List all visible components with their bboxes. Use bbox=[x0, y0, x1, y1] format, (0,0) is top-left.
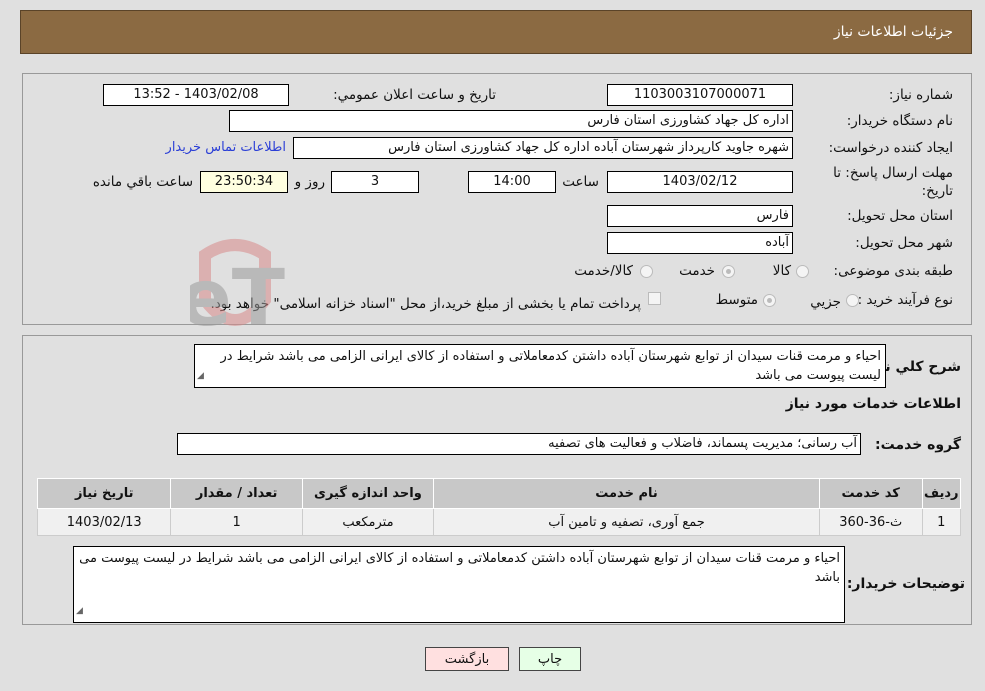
col-quantity: تعداد / مقدار bbox=[170, 478, 303, 509]
description-textarea[interactable]: احیاء و مرمت قنات سیدان از توابع شهرستان… bbox=[194, 344, 886, 388]
deadline-label: مهلت ارسال پاسخ: تا bbox=[833, 165, 953, 181]
need-info-panel: شماره نیاز: 1103003107000071 تاریخ و ساع… bbox=[22, 73, 972, 325]
province-field: فارس bbox=[607, 205, 793, 227]
city-label: شهر محل تحویل: bbox=[855, 235, 953, 251]
cell-need-date: 1403/02/13 bbox=[36, 508, 172, 536]
page-title: جزئیات اطلاعات نیاز bbox=[833, 24, 953, 40]
back-button[interactable]: بازگشت bbox=[425, 647, 509, 671]
deadline-time-field: 14:00 bbox=[468, 171, 556, 193]
print-button[interactable]: چاپ bbox=[519, 647, 581, 671]
col-need-date: تاریخ نیاز bbox=[36, 478, 172, 509]
page-header: جزئیات اطلاعات نیاز bbox=[20, 10, 972, 54]
creator-label: ایجاد کننده درخواست: bbox=[828, 140, 953, 156]
need-number-field: 1103003107000071 bbox=[607, 84, 793, 106]
announce-field: 1403/02/08 - 13:52 bbox=[103, 84, 289, 106]
remaining-label: ساعت باقي مانده bbox=[92, 174, 193, 190]
col-service-code: کد خدمت bbox=[818, 478, 923, 509]
category-radio-goods[interactable] bbox=[796, 265, 809, 278]
category-label: طبقه بندی موضوعی: bbox=[833, 263, 953, 279]
buyer-notes-textarea[interactable]: احیاء و مرمت قنات سیدان از توابع شهرستان… bbox=[73, 546, 845, 623]
days-field: 3 bbox=[331, 171, 419, 193]
process-radio-minor[interactable] bbox=[846, 294, 859, 307]
process-minor-label: جزيي bbox=[810, 294, 841, 310]
buyer-notes-label: توضیحات خریدار: bbox=[846, 576, 965, 592]
col-unit: واحد اندازه گیری bbox=[301, 478, 435, 509]
col-service-name: نام خدمت bbox=[433, 478, 820, 509]
treasury-checkbox[interactable] bbox=[648, 292, 661, 305]
category-goods-label: کالا bbox=[772, 263, 791, 279]
deadline-time-label: ساعت bbox=[562, 174, 599, 190]
category-radio-service[interactable] bbox=[722, 265, 735, 278]
cell-row: 1 bbox=[921, 508, 961, 536]
resize-handle-icon[interactable]: ◢ bbox=[76, 602, 83, 621]
process-label: نوع فرآیند خرید : bbox=[857, 292, 953, 308]
treasury-label: پرداخت تمام یا بخشی از مبلغ خرید،از محل … bbox=[210, 296, 641, 312]
table-header-row: ردیف کد خدمت نام خدمت واحد اندازه گیری ت… bbox=[36, 478, 961, 509]
creator-field: شهره جاوید کارپرداز شهرستان آباده اداره … bbox=[293, 137, 793, 159]
need-number-label: شماره نیاز: bbox=[888, 87, 953, 103]
announce-label: تاریخ و ساعت اعلان عمومي: bbox=[333, 87, 496, 103]
buyer-org-field: اداره کل جهاد کشاورزی استان فارس bbox=[229, 110, 793, 132]
deadline-date-field: 1403/02/12 bbox=[607, 171, 793, 193]
description-text: احیاء و مرمت قنات سیدان از توابع شهرستان… bbox=[220, 349, 882, 383]
cell-service-name: جمع آوری، تصفیه و تامین آب bbox=[433, 508, 820, 536]
category-service-label: خدمت bbox=[679, 263, 715, 279]
cell-service-code: ث-36-360 bbox=[818, 508, 923, 536]
process-medium-label: متوسط bbox=[715, 292, 758, 308]
process-radio-medium[interactable] bbox=[763, 294, 776, 307]
buyer-org-label: نام دستگاه خریدار: bbox=[846, 113, 953, 129]
remaining-time-field: 23:50:34 bbox=[200, 171, 288, 193]
buyer-contact-link[interactable]: اطلاعات تماس خریدار bbox=[166, 140, 286, 155]
cell-unit: مترمکعب bbox=[301, 508, 435, 536]
days-label: روز و bbox=[294, 174, 325, 190]
col-row: ردیف bbox=[921, 478, 961, 509]
deadline-label-2: تاریخ: bbox=[921, 183, 953, 199]
service-group-field: آب رسانی؛ مدیریت پسماند، فاضلاب و فعالیت… bbox=[177, 433, 861, 455]
resize-handle-icon[interactable]: ◢ bbox=[197, 367, 204, 386]
category-radio-both[interactable] bbox=[640, 265, 653, 278]
services-table: ردیف کد خدمت نام خدمت واحد اندازه گیری ت… bbox=[36, 478, 961, 536]
province-label: استان محل تحویل: bbox=[847, 208, 953, 224]
details-panel: شرح کلي نیاز: احیاء و مرمت قنات سیدان از… bbox=[22, 335, 972, 625]
buyer-notes-text: احیاء و مرمت قنات سیدان از توابع شهرستان… bbox=[79, 551, 840, 585]
cell-quantity: 1 bbox=[170, 508, 303, 536]
category-both-label: کالا/خدمت bbox=[574, 263, 633, 279]
service-group-label: گروه خدمت: bbox=[875, 437, 961, 453]
city-field: آباده bbox=[607, 232, 793, 254]
services-title: اطلاعات خدمات مورد نیاز bbox=[785, 396, 961, 412]
table-row: 1 ث-36-360 جمع آوری، تصفیه و تامین آب مت… bbox=[36, 508, 961, 536]
